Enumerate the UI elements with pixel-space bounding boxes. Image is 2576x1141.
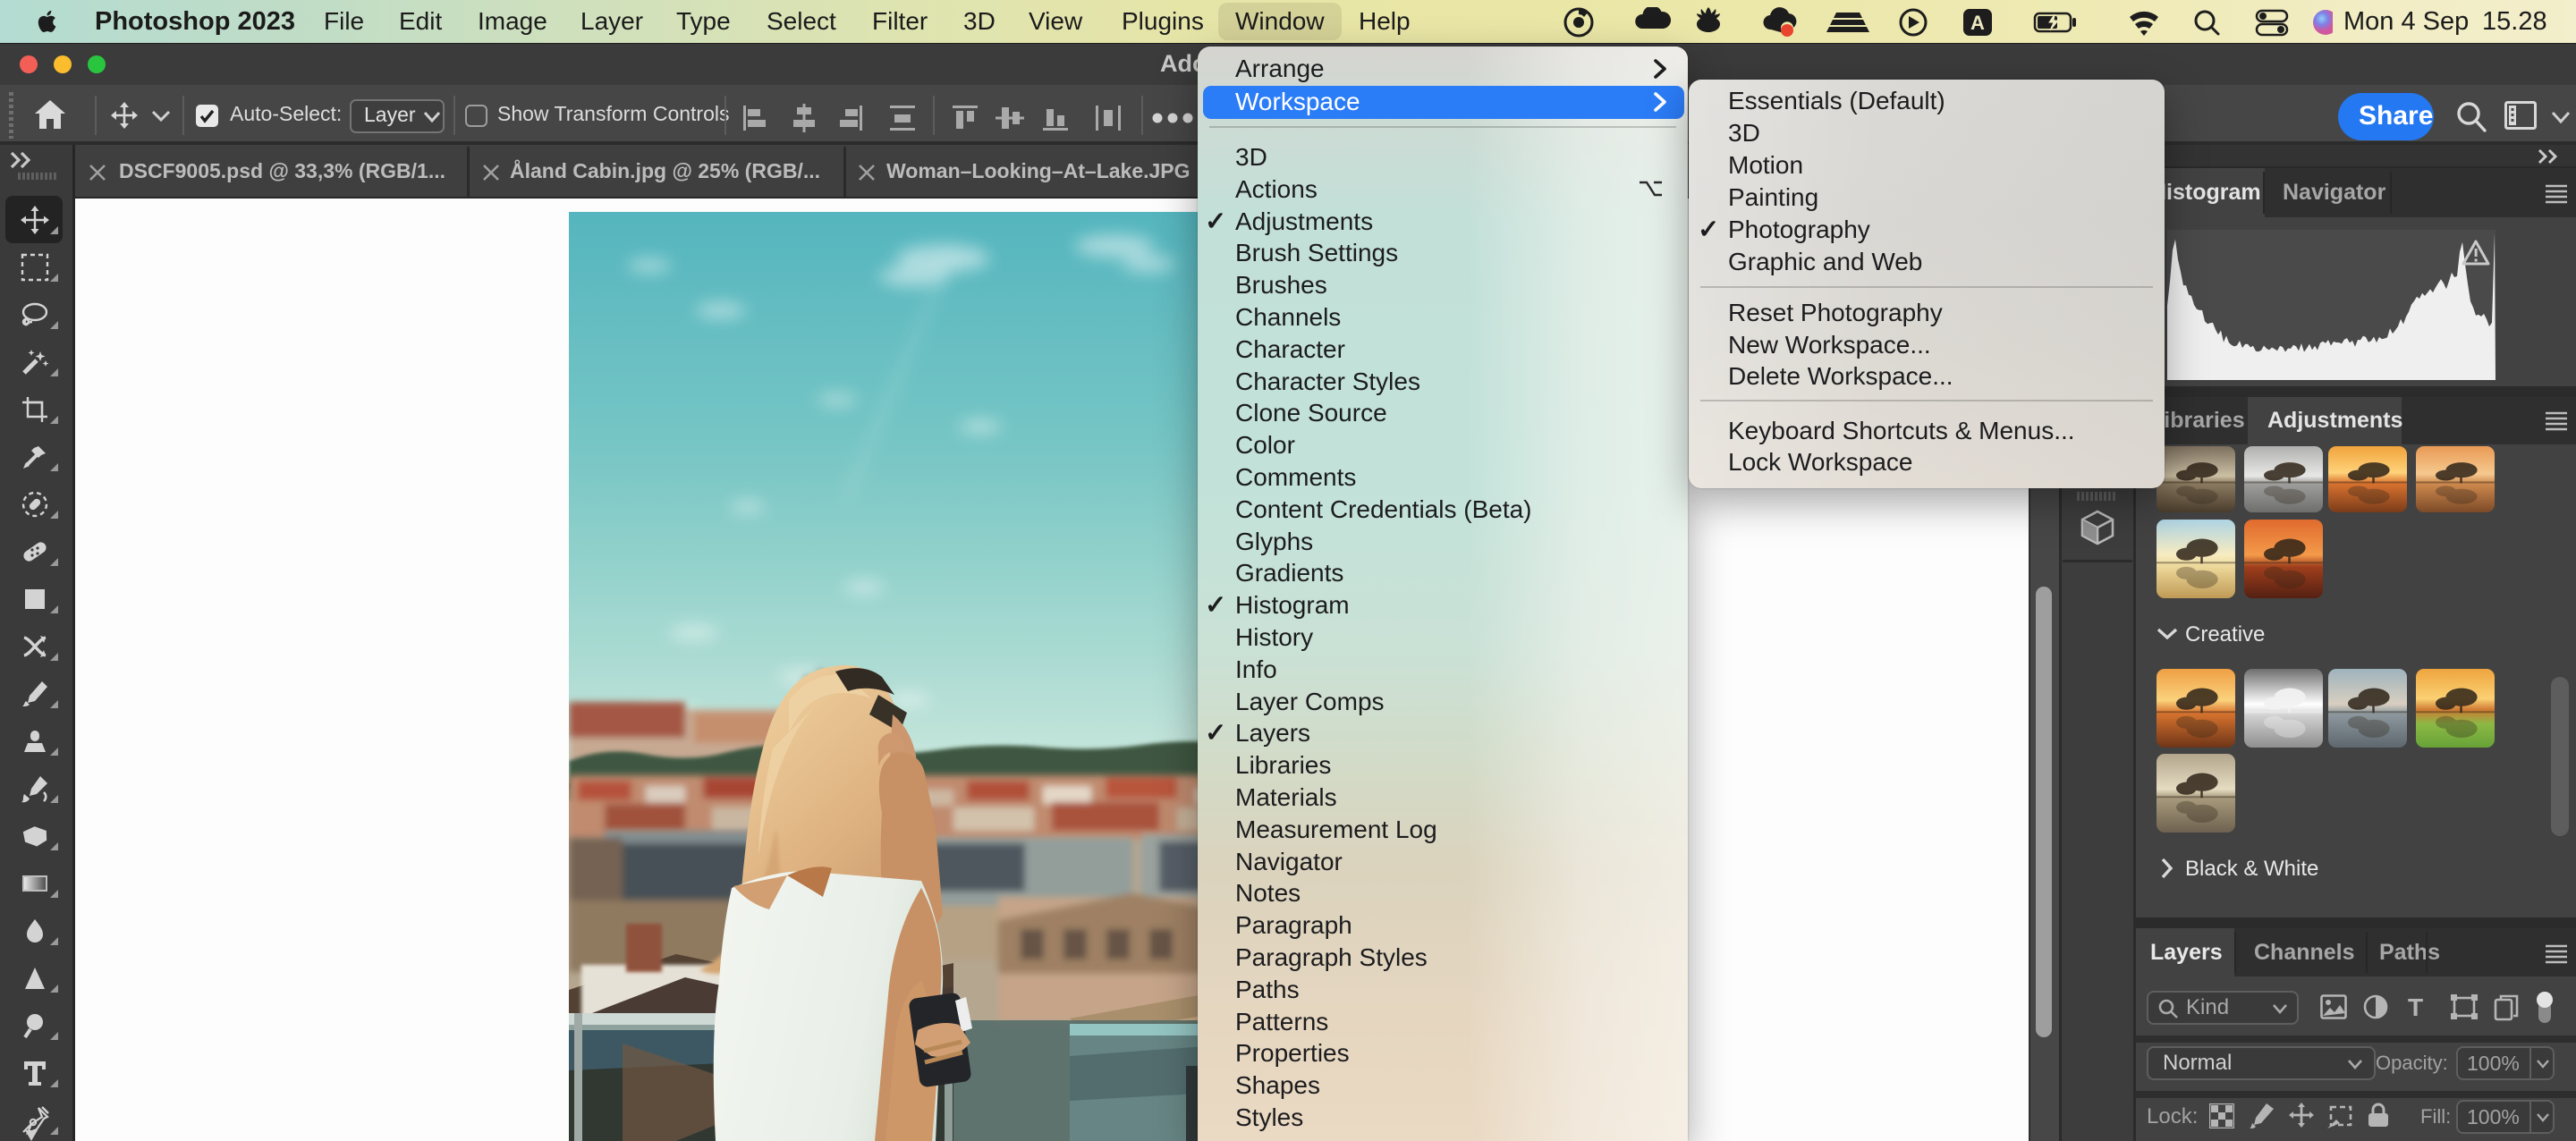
svg-text:A: A [1970, 12, 1985, 34]
